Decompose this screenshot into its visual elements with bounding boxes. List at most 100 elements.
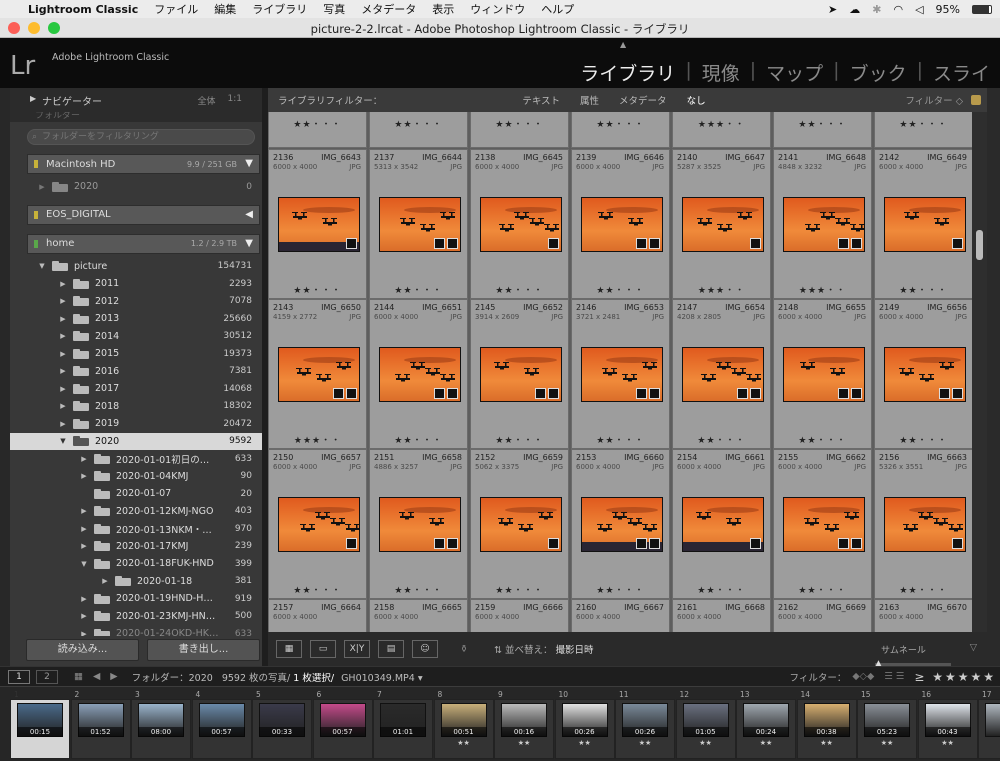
edited-badge-icon[interactable] (952, 238, 963, 249)
grid-cell[interactable]: 2158 IMG_6665 6000 x 4000 (369, 599, 468, 632)
color-filter-icon[interactable]: ☰ ☰ (884, 671, 904, 682)
expand-icon[interactable]: ▶ (78, 472, 90, 480)
expand-icon[interactable]: ▶ (57, 315, 69, 323)
star-rating[interactable]: ★★★・・ (673, 283, 770, 296)
filmstrip-cell[interactable]: 2 01:52 (70, 690, 131, 759)
filmstrip-cell[interactable]: 14 00:38 ★★ (796, 690, 857, 759)
navigator-header[interactable]: ▶ ナビゲーター 全体 1:1 (10, 88, 262, 112)
filmstrip-cell[interactable]: 1 00:15 (10, 690, 70, 759)
folder-row[interactable]: ▶ 2020-01-19HND-H… 919 (10, 590, 262, 608)
filter-metadata[interactable]: メタデータ (619, 93, 667, 107)
battery-icon[interactable] (972, 4, 992, 14)
collection-badge-icon[interactable] (737, 388, 748, 399)
filmstrip-cell[interactable]: 4 00:57 (191, 690, 252, 759)
bluetooth-icon[interactable]: ✱ (872, 3, 881, 16)
sort-direction-icon[interactable]: ⇅ (494, 645, 505, 656)
collection-badge-icon[interactable] (535, 388, 546, 399)
people-view-button[interactable]: ☺ (412, 640, 438, 658)
lock-icon[interactable] (971, 95, 981, 105)
filmstrip-cell[interactable]: 7 01:01 (373, 690, 433, 759)
rating-filter[interactable]: ≥ ★★★★★ (914, 670, 996, 684)
photo-thumbnail[interactable] (783, 197, 865, 252)
grid-cell[interactable]: 2152 IMG_6659 5062 x 3375 JPG ★★・・・ (470, 449, 569, 599)
collection-badge-icon[interactable] (636, 388, 647, 399)
star-rating[interactable]: ★★ (737, 739, 795, 747)
edited-badge-icon[interactable] (346, 238, 357, 249)
expand-icon[interactable]: ▼ (36, 262, 48, 270)
grid-cell[interactable]: 2143 IMG_6650 4159 x 2772 JPG ★★★・・ (268, 299, 367, 449)
star-rating[interactable]: ★★★・・ (269, 433, 366, 446)
expand-icon[interactable]: ▶ (78, 542, 90, 550)
volume-icon[interactable]: ◁ (915, 3, 923, 16)
grid-cell[interactable]: 2160 IMG_6667 6000 x 4000 (571, 599, 670, 632)
filmstrip-cell[interactable]: 3 08:00 (131, 690, 191, 759)
star-rating[interactable]: ★★★・・ (774, 283, 871, 296)
module-slideshow[interactable]: スライ (923, 59, 1000, 86)
top-panel-toggle-icon[interactable]: ▲ (620, 40, 626, 49)
menu-metadata[interactable]: メタデータ (361, 1, 416, 17)
filmstrip-cell[interactable]: 15 05:23 ★★ (857, 690, 917, 759)
folder-row[interactable]: ▶ 2015 19373 (10, 345, 262, 363)
filter-preset-select[interactable]: フィルター ◇ (905, 93, 963, 107)
star-rating[interactable]: ★★・・・ (269, 283, 366, 296)
grid-cell[interactable]: ★★・・・ (773, 112, 872, 148)
photo-thumbnail[interactable] (480, 197, 562, 252)
star-rating[interactable]: ★★・・・ (774, 583, 871, 596)
grid-cell[interactable]: 2150 IMG_6657 6000 x 4000 JPG ★★・・・ (268, 449, 367, 599)
volume-toggle-icon[interactable]: ◀ (245, 209, 253, 220)
star-rating[interactable]: ★★ (919, 739, 977, 747)
folder-row[interactable]: ▶ 2020-01-12KMJ-NGO 403 (10, 503, 262, 521)
scrollbar-thumb[interactable] (976, 230, 983, 260)
grid-cell[interactable]: ★★★・・ (672, 112, 771, 148)
flag-filter-icon[interactable]: ◆◇◆ (852, 671, 874, 682)
grid-cell[interactable]: 2142 IMG_6649 6000 x 4000 JPG ★★・・・ (874, 149, 972, 299)
expand-icon[interactable]: ▶ (78, 507, 90, 515)
grid-cell[interactable]: 2140 IMG_6647 5287 x 3525 JPG ★★★・・ (672, 149, 771, 299)
star-rating[interactable]: ★★ (677, 739, 735, 747)
collection-badge-icon[interactable] (636, 538, 647, 549)
filmstrip-cell[interactable]: 9 00:16 ★★ (494, 690, 554, 759)
grid-view-button[interactable]: ▦ (276, 640, 302, 658)
edited-badge-icon[interactable] (851, 538, 862, 549)
star-rating[interactable]: ★★・・・ (370, 283, 467, 296)
expand-icon[interactable]: ▶ (57, 385, 69, 393)
expand-icon[interactable]: ▶ (78, 455, 90, 463)
photo-thumbnail[interactable] (884, 197, 966, 252)
collection-badge-icon[interactable] (434, 388, 445, 399)
edited-badge-icon[interactable] (851, 388, 862, 399)
filmstrip-cell[interactable]: 13 00:24 ★★ (736, 690, 796, 759)
edited-badge-icon[interactable] (447, 238, 458, 249)
star-rating[interactable]: ★★・・・ (269, 583, 366, 596)
filmstrip-cell[interactable]: 12 01:05 ★★ (675, 690, 736, 759)
edited-badge-icon[interactable] (447, 538, 458, 549)
back-arrow-icon[interactable]: ◀ (93, 671, 100, 682)
cloud-icon[interactable]: ☁ (849, 3, 860, 16)
star-rating[interactable]: ★★ (798, 739, 856, 747)
edited-badge-icon[interactable] (649, 388, 660, 399)
star-rating[interactable]: ★★・・・ (774, 117, 871, 130)
star-rating[interactable]: ★★ (616, 739, 674, 747)
folder-row[interactable]: ▶ 2020-01-18 381 (10, 573, 262, 591)
photo-thumbnail[interactable] (581, 197, 663, 252)
grid-cell[interactable]: 2145 IMG_6652 3914 x 2609 JPG ★★・・・ (470, 299, 569, 449)
expand-icon[interactable]: ▶ (57, 420, 69, 428)
photo-thumbnail[interactable] (682, 497, 764, 552)
edited-badge-icon[interactable] (750, 538, 761, 549)
star-rating[interactable]: ★★ (556, 739, 614, 747)
loupe-view-button[interactable]: ▭ (310, 640, 336, 658)
edited-badge-icon[interactable] (548, 538, 559, 549)
star-rating[interactable]: ★★・・・ (875, 583, 972, 596)
star-rating[interactable]: ★★★・・ (673, 117, 770, 130)
menu-library[interactable]: ライブラリ (252, 1, 307, 17)
grid-cell[interactable]: 2156 IMG_6663 5326 x 3551 JPG ★★・・・ (874, 449, 972, 599)
menu-help[interactable]: ヘルプ (541, 1, 574, 17)
module-map[interactable]: マップ (756, 59, 833, 86)
photo-thumbnail[interactable] (278, 347, 360, 402)
star-rating[interactable]: ★★ (495, 739, 553, 747)
module-book[interactable]: ブック (840, 59, 917, 86)
folder-row[interactable]: ▼ picture 154731 (10, 258, 262, 276)
photo-thumbnail[interactable] (278, 197, 360, 252)
expand-icon[interactable]: ▶ (78, 525, 90, 533)
filmstrip-cell[interactable]: 5 00:33 (252, 690, 312, 759)
collection-badge-icon[interactable] (838, 538, 849, 549)
